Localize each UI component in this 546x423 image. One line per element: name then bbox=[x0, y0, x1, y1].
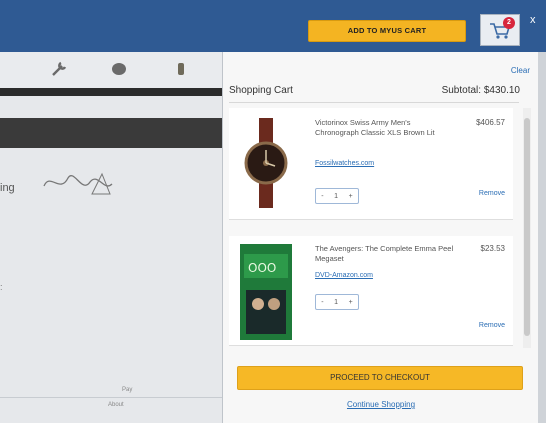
quantity-stepper[interactable]: - 1 + bbox=[315, 294, 359, 310]
background-page: ing : Pay About bbox=[0, 52, 222, 423]
background-footer-2: About bbox=[108, 402, 124, 408]
qty-minus-button[interactable]: - bbox=[321, 193, 323, 200]
box-icon bbox=[112, 63, 126, 75]
cart-item: OOO The Avengers: The Complete Emma Peel… bbox=[229, 236, 513, 346]
cart-title: Shopping Cart bbox=[229, 85, 293, 96]
background-icon-row bbox=[0, 52, 222, 88]
item-title[interactable]: The Avengers: The Complete Emma Peel Meg… bbox=[315, 244, 455, 264]
signature-scribble-icon bbox=[43, 172, 113, 195]
qty-value: 1 bbox=[334, 298, 339, 306]
item-price: $406.57 bbox=[476, 118, 505, 127]
item-seller-link[interactable]: DVD-Amazon.com bbox=[315, 272, 373, 279]
clear-cart-link[interactable]: Clear bbox=[511, 66, 530, 75]
qty-minus-button[interactable]: - bbox=[321, 299, 323, 306]
cart-scrollbar-thumb[interactable] bbox=[524, 118, 530, 336]
cart-item: Victorinox Swiss Army Men's Chronograph … bbox=[229, 108, 513, 220]
cart-scrollbar[interactable] bbox=[523, 108, 531, 348]
qty-plus-button[interactable]: + bbox=[349, 193, 353, 200]
shopping-cart-panel: Clear Shopping Cart Subtotal: $430.10 Vi… bbox=[222, 52, 538, 423]
background-footer-divider bbox=[0, 397, 222, 398]
continue-shopping-link[interactable]: Continue Shopping bbox=[223, 400, 539, 409]
watch-product-image bbox=[244, 118, 288, 208]
wrench-icon bbox=[52, 61, 67, 76]
background-nav-bar bbox=[0, 88, 222, 96]
background-dark-band bbox=[0, 118, 222, 148]
subtotal-label: Subtotal: bbox=[441, 85, 482, 96]
dvd-product-image: OOO bbox=[240, 244, 292, 340]
background-footer-1: Pay bbox=[122, 387, 133, 393]
close-panel-button[interactable]: x bbox=[530, 14, 536, 26]
badge-icon bbox=[178, 63, 184, 75]
add-to-cart-button[interactable]: ADD TO MYUS CART bbox=[308, 20, 466, 42]
proceed-to-checkout-button[interactable]: PROCEED TO CHECKOUT bbox=[237, 366, 523, 390]
cart-subtotal: Subtotal: $430.10 bbox=[442, 85, 520, 96]
qty-value: 1 bbox=[334, 192, 339, 200]
background-colon: : bbox=[0, 282, 3, 292]
remove-item-link[interactable]: Remove bbox=[479, 190, 505, 197]
cart-count-badge: 2 bbox=[503, 17, 515, 29]
quantity-stepper[interactable]: - 1 + bbox=[315, 188, 359, 204]
qty-plus-button[interactable]: + bbox=[349, 299, 353, 306]
remove-item-link[interactable]: Remove bbox=[479, 322, 505, 329]
subtotal-value: $430.10 bbox=[483, 85, 520, 96]
top-bar: ADD TO MYUS CART 2 x bbox=[0, 0, 546, 52]
svg-text:OOO: OOO bbox=[248, 261, 276, 275]
item-price: $23.53 bbox=[480, 244, 505, 253]
background-signature-text: ing bbox=[0, 182, 15, 194]
cart-button[interactable]: 2 bbox=[480, 14, 520, 46]
item-title[interactable]: Victorinox Swiss Army Men's Chronograph … bbox=[315, 118, 455, 138]
item-seller-link[interactable]: Fossilwatches.com bbox=[315, 160, 374, 167]
